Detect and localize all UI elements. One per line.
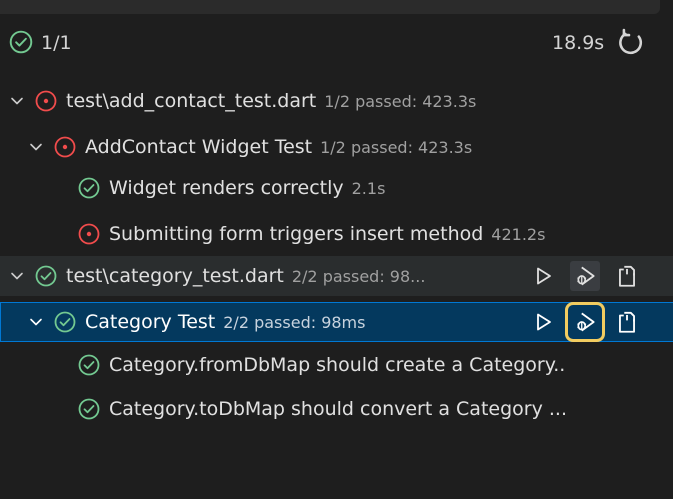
tree-item-widget-renders-test[interactable]: Widget renders correctly 2.1s <box>0 168 673 208</box>
run-test-icon[interactable] <box>528 261 558 291</box>
run-test-icon[interactable] <box>528 307 558 337</box>
tree-item-label: AddContact Widget Test <box>85 136 313 158</box>
go-to-file-icon[interactable] <box>612 307 642 337</box>
tree-item-meta: 1/2 passed: 423.3s <box>320 137 473 157</box>
tree-item-category-test-group[interactable]: Category Test 2/2 passed: 98ms <box>0 302 673 342</box>
tree-item-fromdbmap-test[interactable]: Category.fromDbMap should create a Categ… <box>0 345 673 385</box>
check-circle-icon <box>77 176 101 200</box>
go-to-file-icon[interactable] <box>612 261 642 291</box>
tree-item-add-contact-test-file[interactable]: test\add_contact_test.dart 1/2 passed: 4… <box>0 81 673 121</box>
tree-item-label: test\add_contact_test.dart <box>66 90 317 112</box>
tree-item-addcontact-widget-test[interactable]: AddContact Widget Test 1/2 passed: 423.3… <box>0 127 673 167</box>
check-circle-icon <box>8 29 34 59</box>
tree-item-meta: 2/2 passed: 98ms <box>223 312 366 332</box>
tree-item-actions <box>528 302 654 342</box>
tree-item-label: Category.fromDbMap should create a Categ… <box>109 354 566 376</box>
tree-item-label: Widget renders correctly <box>109 177 344 199</box>
chevron-down-icon[interactable] <box>27 138 45 156</box>
tree-item-meta: 2/2 passed: 98... <box>291 266 426 286</box>
tree-item-label: Category.toDbMap should convert a Catego… <box>109 398 567 420</box>
tree-item-meta: 2.1s <box>351 178 386 198</box>
total-duration: 18.9s <box>552 32 605 54</box>
check-circle-icon <box>77 353 101 377</box>
tree-item-label: Submitting form triggers insert method <box>109 223 484 245</box>
check-circle-icon <box>34 264 58 288</box>
chevron-down-icon[interactable] <box>27 313 45 331</box>
tree-item-submitting-form-test[interactable]: Submitting form triggers insert method 4… <box>0 214 673 254</box>
tree-item-category-test-file[interactable]: test\category_test.dart 2/2 passed: 98..… <box>0 256 673 296</box>
check-circle-icon <box>77 397 101 421</box>
error-circle-icon <box>77 222 101 246</box>
check-circle-icon <box>53 310 77 334</box>
debug-test-icon[interactable] <box>565 302 605 342</box>
chevron-down-icon[interactable] <box>8 92 26 110</box>
tree-item-todbmap-test[interactable]: Category.toDbMap should convert a Catego… <box>0 389 673 429</box>
test-summary-bar: 1/1 18.9s <box>0 24 673 66</box>
error-circle-icon <box>34 89 58 113</box>
tree-item-actions <box>528 256 654 296</box>
tree-item-label: Category Test <box>85 311 216 333</box>
tree-item-meta: 421.2s <box>491 224 546 244</box>
debug-test-icon[interactable] <box>570 261 600 291</box>
chevron-down-icon[interactable] <box>8 267 26 285</box>
refresh-icon[interactable] <box>614 26 648 64</box>
tree-item-meta: 1/2 passed: 423.3s <box>324 91 477 111</box>
error-circle-icon <box>53 135 77 159</box>
tests-run-count: 1/1 <box>41 32 72 54</box>
tree-item-label: test\category_test.dart <box>66 265 284 287</box>
panel-top-strip <box>0 0 660 14</box>
